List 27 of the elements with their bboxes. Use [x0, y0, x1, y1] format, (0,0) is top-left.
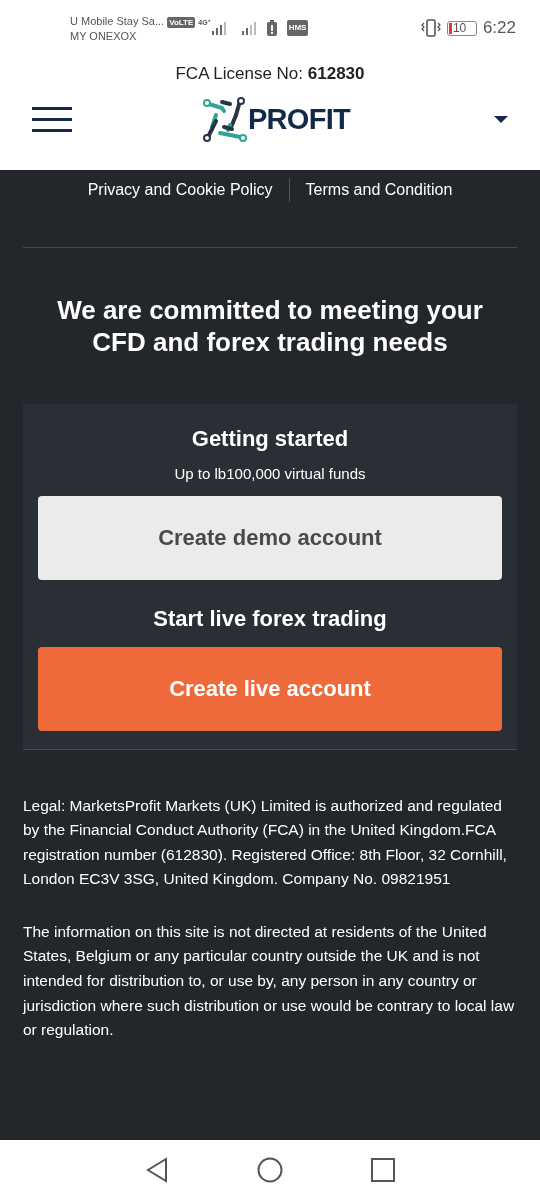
vibrate-icon — [420, 19, 441, 37]
license-text: FCA License No: 612830 — [175, 63, 365, 85]
legal-paragraph: The information on this site is not directed at residents of the United States, Belgium or any particular country outside the UK and is not intended for distribution to, or use by, any person in any country or jurisdiction where such distribution or use would be contrary to local law or regulation. — [23, 921, 516, 1041]
logo-icon — [202, 96, 248, 143]
home-icon[interactable] — [257, 1157, 283, 1183]
card-subtitle: Up to lb100,000 virtual funds — [174, 464, 366, 484]
recents-icon[interactable] — [371, 1158, 395, 1182]
logo-text: PROFIT — [248, 101, 350, 137]
clock: 6:22 — [482, 17, 516, 40]
demo-account-button[interactable]: Create demo account — [38, 495, 502, 580]
legal-paragraph: Legal: MarketsProfit Markets (UK) Limited is authorized and regulated by the Financial Conduct Authority (FCA) in the United Kingdom.FCA registration number (612830). Registered Office: 8th Floor, 32 Cornhill, London EC3V 3SG, United Kingdom. Company No. 09821951 — [23, 795, 508, 890]
menu-icon[interactable] — [32, 107, 72, 132]
section-title: Start live forex trading — [153, 604, 387, 633]
volte-badge: VoLTE — [167, 16, 196, 28]
hms-badge: HMS — [286, 20, 309, 36]
battery-icon: 10 — [446, 20, 477, 36]
back-icon[interactable] — [145, 1157, 169, 1183]
card-title: Getting started — [191, 425, 349, 453]
headline: We are committed to meeting your CFD and forex trading needs — [56, 294, 484, 358]
carrier-name: MY ONEXOX — [70, 29, 138, 44]
dropdown-caret-icon[interactable] — [494, 115, 508, 124]
alert-icon — [266, 20, 277, 36]
carrier-name: U Mobile Stay Sa... — [70, 14, 165, 29]
signal-icon — [240, 21, 257, 35]
signal-icon — [210, 21, 227, 35]
terms-link[interactable]: Terms and Condition — [289, 178, 469, 202]
privacy-link[interactable]: Privacy and Cookie Policy — [71, 178, 289, 202]
